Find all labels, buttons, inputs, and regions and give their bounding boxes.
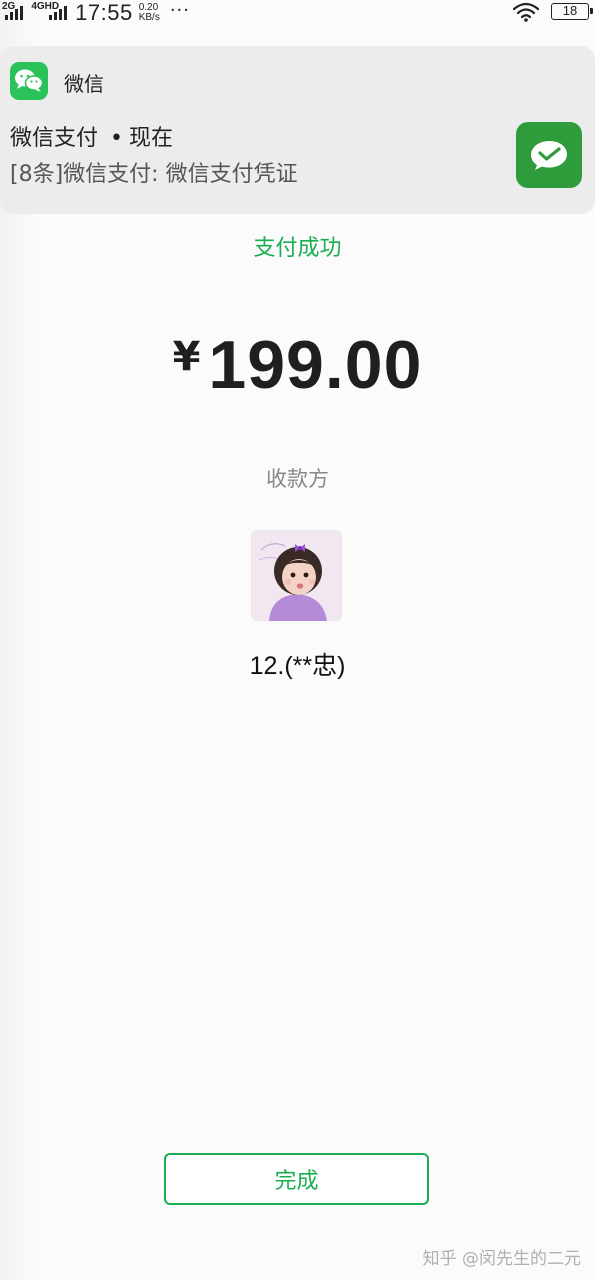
wechat-logo-icon xyxy=(10,62,48,100)
payment-amount: ¥199.00 xyxy=(0,326,595,404)
notification-title: 微信支付 xyxy=(10,126,99,151)
battery-icon: 18 xyxy=(551,3,593,20)
payment-status: 支付成功 xyxy=(253,236,342,261)
wechat-pay-icon xyxy=(516,122,582,188)
amount-value: 199.00 xyxy=(208,327,423,403)
payee-label: 收款方 xyxy=(266,467,329,491)
done-button[interactable]: 完成 xyxy=(164,1153,429,1205)
notification-banner[interactable]: 微信 微信支付 • 现在 [8条]微信支付: 微信支付凭证 xyxy=(0,46,595,214)
notification-time: 现在 xyxy=(129,126,174,151)
avatar xyxy=(251,530,342,621)
status-bar: 2G 4GHD 17:55 0.20 KB/s ··· 18 xyxy=(0,0,595,26)
battery-level: 18 xyxy=(562,3,578,18)
payee-name: 12.(**忠) xyxy=(249,652,346,680)
notification-separator: • xyxy=(110,126,123,151)
notification-app-name: 微信 xyxy=(64,72,104,96)
clock: 17:55 xyxy=(75,0,133,25)
currency-symbol: ¥ xyxy=(172,334,201,380)
wifi-icon xyxy=(513,2,539,22)
notification-body: [8条]微信支付: 微信支付凭证 xyxy=(10,162,298,187)
signal-2g: 2G xyxy=(2,1,24,20)
network-label-2g: 2G xyxy=(2,1,16,12)
watermark: 知乎 @闵先生的二元 xyxy=(422,1249,581,1269)
more-notifications-icon: ··· xyxy=(169,0,190,21)
payment-success-screen: 2G 4GHD 17:55 0.20 KB/s ··· 18 微信 微信支付 •… xyxy=(0,0,595,1280)
signal-4g: 4GHD xyxy=(31,1,68,20)
notification-title-row: 微信支付 • 现在 xyxy=(10,120,173,152)
network-speed-unit: KB/s xyxy=(138,12,160,23)
network-speed: 0.20 KB/s xyxy=(139,3,160,23)
network-label-4g: 4GHD xyxy=(31,1,60,12)
